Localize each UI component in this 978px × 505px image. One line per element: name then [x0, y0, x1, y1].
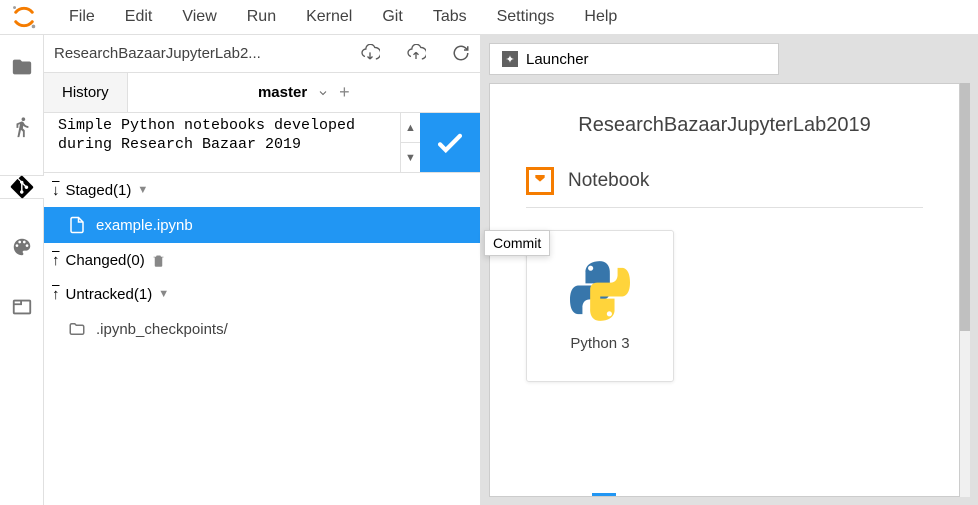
menu-run[interactable]: Run: [232, 2, 291, 32]
untracked-file-row[interactable]: .ipynb_checkpoints/: [44, 311, 480, 347]
main-area: ✦ Launcher ResearchBazaarJupyterLab2019 …: [481, 34, 978, 505]
notebook-section-label: Notebook: [568, 170, 649, 192]
tabs-icon[interactable]: [10, 295, 34, 319]
launcher-tab-label: Launcher: [526, 51, 589, 68]
git-panel: ResearchBazaarJupyterLab2... History mas…: [44, 34, 481, 505]
menu-help[interactable]: Help: [569, 2, 632, 32]
scrollbar-thumb[interactable]: [960, 83, 970, 331]
notebook-section: Notebook: [526, 167, 923, 208]
launcher-panel: ResearchBazaarJupyterLab2019 Notebook Py…: [489, 83, 960, 497]
push-icon[interactable]: [406, 44, 426, 64]
changed-section[interactable]: ↑ Changed(0): [44, 243, 480, 277]
refresh-icon[interactable]: [452, 44, 470, 64]
stage-up-icon: ↑: [52, 286, 60, 303]
jupyter-logo: [10, 3, 38, 31]
changed-label: Changed(0): [66, 252, 145, 269]
untracked-section[interactable]: ↑ Untracked(1) ▼: [44, 277, 480, 311]
menu-settings[interactable]: Settings: [482, 2, 570, 32]
stage-up-icon: ↑: [52, 252, 60, 269]
notebook-icon: [526, 167, 554, 195]
scroll-down-icon[interactable]: ▼: [401, 143, 420, 172]
menu-git[interactable]: Git: [367, 2, 417, 32]
menu-kernel[interactable]: Kernel: [291, 2, 367, 32]
commit-button[interactable]: [420, 113, 480, 172]
untracked-filename: .ipynb_checkpoints/: [96, 321, 228, 338]
running-icon[interactable]: [10, 115, 34, 139]
menu-edit[interactable]: Edit: [110, 2, 168, 32]
commit-message-input[interactable]: Simple Python notebooks developed during…: [44, 113, 400, 172]
launcher-title: ResearchBazaarJupyterLab2019: [526, 114, 923, 137]
folder-icon[interactable]: [10, 55, 34, 79]
chevron-down-icon: ▼: [158, 288, 169, 300]
repo-name: ResearchBazaarJupyterLab2...: [54, 45, 261, 62]
activity-bar: [0, 34, 44, 505]
scrollbar[interactable]: [960, 83, 970, 497]
commit-scroll: ▲ ▼: [400, 113, 420, 172]
staged-filename: example.ipynb: [96, 217, 193, 234]
git-icon[interactable]: [0, 175, 44, 199]
commit-area: Simple Python notebooks developed during…: [44, 113, 480, 173]
branch-name: master: [258, 84, 307, 101]
staged-label: Staged(1): [66, 182, 132, 199]
commit-tooltip: Commit: [484, 230, 550, 256]
launcher-tab[interactable]: ✦ Launcher: [489, 43, 779, 75]
staged-file-row[interactable]: example.ipynb: [44, 207, 480, 243]
python-logo-icon: [570, 261, 630, 321]
staged-section[interactable]: ↓ Staged(1) ▼: [44, 173, 480, 207]
branch-selector[interactable]: master +: [128, 73, 480, 112]
palette-icon[interactable]: [10, 235, 34, 259]
scroll-up-icon[interactable]: ▲: [401, 113, 420, 143]
launcher-badge-icon: ✦: [502, 51, 518, 67]
trash-icon[interactable]: [151, 253, 166, 268]
menu-tabs[interactable]: Tabs: [418, 2, 482, 32]
stage-down-icon: ↓: [52, 182, 60, 199]
chevron-down-icon: [317, 87, 329, 99]
chevron-down-icon: ▼: [137, 184, 148, 196]
history-tab[interactable]: History: [44, 73, 128, 112]
file-icon: [68, 216, 86, 234]
menu-view[interactable]: View: [167, 2, 231, 32]
untracked-label: Untracked(1): [66, 286, 153, 303]
new-branch-icon[interactable]: +: [339, 82, 350, 103]
pull-icon[interactable]: [360, 44, 380, 64]
folder-icon: [68, 320, 86, 338]
repo-toolbar: ResearchBazaarJupyterLab2...: [44, 35, 480, 73]
menubar: File Edit View Run Kernel Git Tabs Setti…: [0, 0, 978, 34]
launcher-underline: [592, 493, 616, 496]
kernel-label: Python 3: [570, 335, 629, 352]
menu-file[interactable]: File: [54, 2, 110, 32]
